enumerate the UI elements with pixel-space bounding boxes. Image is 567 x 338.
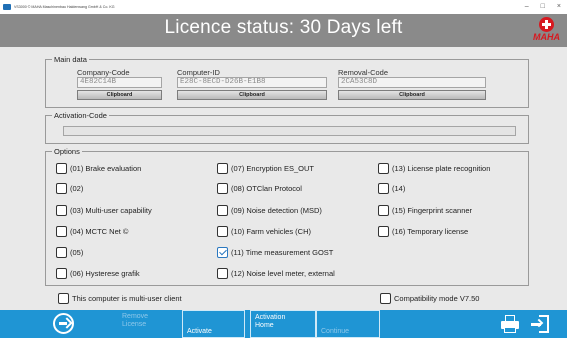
option-05-checkbox[interactable]: (05) bbox=[56, 247, 83, 258]
activate-label: Activate bbox=[187, 328, 212, 335]
main-data-legend: Main data bbox=[54, 55, 87, 64]
maha-logo: MAHA bbox=[532, 17, 561, 44]
page-title: Licence status: 30 Days left bbox=[164, 17, 403, 38]
option-label: This computer is multi-user client bbox=[72, 294, 182, 303]
checkbox-box[interactable] bbox=[56, 247, 67, 258]
exit-door-icon[interactable] bbox=[530, 314, 550, 334]
computer-id-clipboard-button[interactable]: Clipboard bbox=[177, 90, 327, 100]
checkbox-box-checked[interactable] bbox=[217, 247, 228, 258]
option-12-checkbox[interactable]: (12) Noise level meter, external bbox=[217, 268, 335, 279]
checkbox-box[interactable] bbox=[217, 183, 228, 194]
remove-license-line2: License bbox=[122, 320, 147, 328]
minimize-button[interactable]: – bbox=[525, 2, 529, 11]
option-label: (06) Hysterese grafik bbox=[70, 269, 140, 278]
removal-code-label: Removal-Code bbox=[338, 68, 389, 77]
activation-home-line2: Home bbox=[255, 321, 274, 329]
checkbox-box[interactable] bbox=[217, 226, 228, 237]
remove-license-line1: Remove bbox=[122, 313, 149, 320]
checkbox-box[interactable] bbox=[380, 293, 391, 304]
activation-code-input[interactable] bbox=[63, 126, 516, 136]
option-08-checkbox[interactable]: (08) OTClan Protocol bbox=[217, 183, 302, 194]
option-label: (13) License plate recognition bbox=[392, 164, 491, 173]
bottom-toolbar: Remove License Activate Activation Home … bbox=[0, 310, 567, 338]
checkbox-box[interactable] bbox=[378, 183, 389, 194]
window-title: VS3000 © MAHA Maschinenbau Haldenwang Gm… bbox=[14, 5, 115, 9]
option-06-checkbox[interactable]: (06) Hysterese grafik bbox=[56, 268, 140, 279]
checkbox-box[interactable] bbox=[56, 268, 67, 279]
maximize-button[interactable]: □ bbox=[541, 2, 545, 11]
company-code-clipboard-button[interactable]: Clipboard bbox=[77, 90, 162, 100]
option-label: (15) Fingerprint scanner bbox=[392, 206, 473, 215]
option-label: (04) MCTC Net © bbox=[70, 227, 129, 236]
option-03-checkbox[interactable]: (03) Multi-user capability bbox=[56, 205, 152, 216]
continue-button[interactable]: Continue bbox=[316, 310, 380, 338]
computer-id-field[interactable]: E28C-8ECD-D26B-E1B8 bbox=[177, 77, 327, 88]
removal-code-field[interactable]: 2CA53C8D bbox=[338, 77, 486, 88]
activation-home-line1: Activation bbox=[255, 314, 286, 321]
option-13-checkbox[interactable]: (13) License plate recognition bbox=[378, 163, 490, 174]
window-controls: – □ × bbox=[525, 2, 561, 11]
removal-code-clipboard-button[interactable]: Clipboard bbox=[338, 90, 486, 100]
activation-code-legend: Activation-Code bbox=[54, 111, 107, 120]
option-label: (09) Noise detection (MSD) bbox=[231, 206, 322, 215]
option-01-checkbox[interactable]: (01) Brake evaluation bbox=[56, 163, 141, 174]
option-label: (11) Time measurement GOST bbox=[231, 248, 334, 257]
window-titlebar: VS3000 © MAHA Maschinenbau Haldenwang Gm… bbox=[0, 0, 567, 14]
option-label: (03) Multi-user capability bbox=[70, 206, 152, 215]
activate-button[interactable]: Activate bbox=[182, 310, 245, 338]
option-label: (01) Brake evaluation bbox=[70, 164, 142, 173]
header-banner: Licence status: 30 Days left MAHA bbox=[0, 14, 567, 47]
checkbox-box[interactable] bbox=[56, 183, 67, 194]
checkbox-box[interactable] bbox=[378, 205, 389, 216]
option-label: Compatibility mode V7.50 bbox=[394, 294, 480, 303]
option-07-checkbox[interactable]: (07) Encryption ES_OUT bbox=[217, 163, 314, 174]
company-code-label: Company-Code bbox=[77, 68, 130, 77]
checkbox-box[interactable] bbox=[217, 268, 228, 279]
option-15-checkbox[interactable]: (15) Fingerprint scanner bbox=[378, 205, 472, 216]
remove-license-button[interactable]: Remove License bbox=[118, 310, 180, 338]
option-02-checkbox[interactable]: (02) bbox=[56, 183, 83, 194]
app-icon bbox=[3, 4, 11, 10]
option-label: (16) Temporary license bbox=[392, 227, 469, 236]
checkbox-box[interactable] bbox=[58, 293, 69, 304]
checkbox-box[interactable] bbox=[56, 226, 67, 237]
multiuser-client-checkbox[interactable]: This computer is multi-user client bbox=[58, 293, 182, 304]
option-11-checkbox[interactable]: (11) Time measurement GOST bbox=[217, 247, 333, 258]
activation-home-button[interactable]: Activation Home bbox=[250, 310, 316, 338]
option-16-checkbox[interactable]: (16) Temporary license bbox=[378, 226, 468, 237]
checkbox-box[interactable] bbox=[217, 205, 228, 216]
option-label: (14) bbox=[392, 184, 406, 193]
option-09-checkbox[interactable]: (09) Noise detection (MSD) bbox=[217, 205, 322, 216]
close-button[interactable]: × bbox=[557, 2, 561, 11]
option-04-checkbox[interactable]: (04) MCTC Net © bbox=[56, 226, 128, 237]
logo-text: MAHA bbox=[533, 32, 560, 42]
checkbox-box[interactable] bbox=[378, 226, 389, 237]
option-label: (07) Encryption ES_OUT bbox=[231, 164, 314, 173]
company-code-field[interactable]: 4E82C14B bbox=[77, 77, 162, 88]
option-14-checkbox[interactable]: (14) bbox=[378, 183, 405, 194]
printer-icon[interactable] bbox=[500, 314, 520, 334]
continue-label: Continue bbox=[321, 328, 350, 335]
license-form: Main data Company-Code 4E82C14B Clipboar… bbox=[0, 47, 567, 310]
arrow-right-circle-icon[interactable] bbox=[53, 313, 74, 334]
option-label: (12) Noise level meter, external bbox=[231, 269, 335, 278]
option-label: (02) bbox=[70, 184, 84, 193]
option-label: (05) bbox=[70, 248, 84, 257]
option-label: (10) Farm vehicles (CH) bbox=[231, 227, 312, 236]
cross-icon bbox=[539, 17, 554, 32]
computer-id-label: Computer-ID bbox=[177, 68, 220, 77]
checkbox-box[interactable] bbox=[217, 163, 228, 174]
checkbox-box[interactable] bbox=[378, 163, 389, 174]
option-label: (08) OTClan Protocol bbox=[231, 184, 302, 193]
checkbox-box[interactable] bbox=[56, 205, 67, 216]
compatibility-mode-checkbox[interactable]: Compatibility mode V7.50 bbox=[380, 293, 479, 304]
checkbox-box[interactable] bbox=[56, 163, 67, 174]
options-legend: Options bbox=[54, 147, 80, 156]
option-10-checkbox[interactable]: (10) Farm vehicles (CH) bbox=[217, 226, 311, 237]
